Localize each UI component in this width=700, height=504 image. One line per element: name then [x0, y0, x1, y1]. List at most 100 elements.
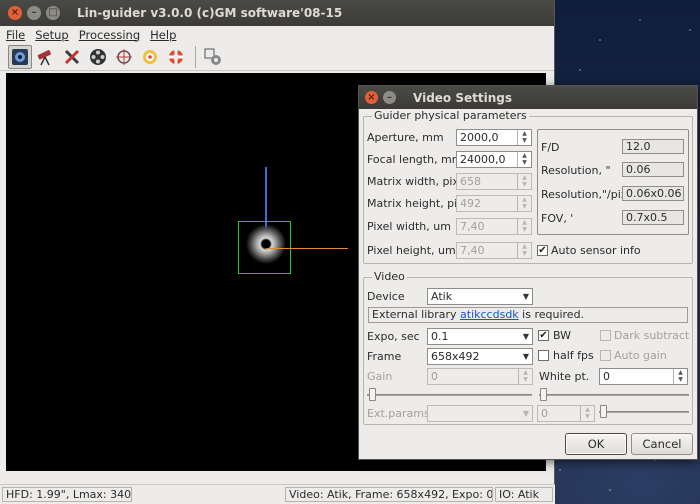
gain-slider-handle[interactable]	[369, 388, 376, 401]
spin-arrows-icon: ▲ ▼	[580, 406, 594, 421]
focal-length-spinbox[interactable]: 24000,0 ▲ ▼	[456, 151, 532, 168]
resolution-pix-value: 0.06x0.06	[622, 186, 684, 201]
dialog-close-button[interactable]: ×	[365, 91, 378, 104]
matrix-width-spinbox: 658 ▲ ▼	[456, 173, 532, 190]
spin-arrows-icon: ▲ ▼	[517, 174, 531, 189]
bw-checkbox[interactable]: ✔	[538, 330, 549, 341]
status-bar: HFD: 1.99", Lmax: 34084 Video: Atik, Fra…	[0, 484, 555, 504]
external-library-notice: External library atikccdsdk is required.	[368, 307, 688, 323]
telescope-icon[interactable]	[34, 45, 58, 69]
spin-arrows-icon: ▲ ▼	[517, 243, 531, 258]
ok-button[interactable]: OK	[565, 433, 627, 455]
minimize-window-button[interactable]: –	[27, 6, 41, 20]
main-titlebar: × – □ Lin-guider v3.0.0 (c)GM software'0…	[0, 0, 554, 26]
spin-arrows-icon: ▲ ▼	[518, 369, 532, 384]
menu-bar: File Setup Processing Help	[0, 26, 554, 43]
resolution-value: 0.06	[622, 162, 684, 177]
spin-arrows-icon[interactable]: ▲ ▼	[517, 152, 531, 167]
menu-help[interactable]: Help	[150, 28, 176, 42]
auto-sensor-label: Auto sensor info	[551, 244, 641, 257]
chevron-down-icon: ▼	[522, 352, 529, 361]
camera-icon[interactable]	[8, 44, 32, 69]
ext-value-spinbox: 0 ▲ ▼	[537, 405, 595, 422]
ext-value: 0	[541, 407, 548, 420]
gain-label: Gain	[367, 370, 393, 383]
tools-icon[interactable]	[60, 45, 84, 69]
white-point-spinbox[interactable]: 0 ▲ ▼	[599, 368, 688, 385]
spin-arrows-icon: ▲ ▼	[517, 196, 531, 211]
chevron-down-icon: ▼	[522, 292, 529, 301]
ext-params-select: ▼	[427, 405, 533, 422]
device-value: Atik	[431, 290, 453, 303]
white-point-value: 0	[603, 370, 610, 383]
menu-file[interactable]: File	[6, 28, 25, 42]
half-fps-checkbox[interactable]	[538, 350, 549, 361]
pixel-width-label: Pixel width, um	[367, 220, 451, 233]
pixel-height-spinbox: 7,40 ▲ ▼	[456, 242, 532, 259]
video-group-title: Video	[372, 270, 407, 283]
spin-arrows-icon[interactable]: ▲ ▼	[673, 369, 687, 384]
expo-select[interactable]: 0.1 ▼	[427, 328, 533, 345]
matrix-width-label: Matrix width, pix	[367, 175, 459, 188]
aperture-spinbox[interactable]: 2000,0 ▲ ▼	[456, 129, 532, 146]
ra-axis-line	[266, 248, 348, 249]
white-point-slider-track	[539, 394, 689, 396]
ext-params-label: Ext.params	[367, 407, 430, 420]
dark-subtract-label: Dark subtract	[614, 329, 690, 342]
video-reel-icon[interactable]	[86, 45, 110, 69]
focal-length-label: Focal length, mm	[367, 153, 463, 166]
white-point-label: White pt.	[539, 370, 590, 383]
fov-value: 0.7x0.5	[622, 210, 684, 225]
matrix-height-label: Matrix height, pix	[367, 197, 464, 210]
toolbar-separator	[195, 45, 196, 68]
lifebuoy-icon[interactable]	[164, 45, 188, 69]
maximize-window-button[interactable]: □	[46, 6, 60, 20]
dark-subtract-checkbox	[600, 330, 611, 341]
close-window-button[interactable]: ×	[8, 6, 22, 20]
auto-sensor-checkbox[interactable]: ✔	[537, 245, 548, 256]
dialog-title: Video Settings	[413, 90, 512, 105]
menu-processing[interactable]: Processing	[79, 28, 140, 42]
gain-value: 0	[431, 370, 438, 383]
device-select[interactable]: Atik ▼	[427, 288, 533, 305]
auto-gain-checkbox	[600, 350, 611, 361]
status-io: IO: Atik	[495, 487, 553, 502]
ext-slider-track	[599, 411, 689, 413]
ext-slider-handle[interactable]	[600, 405, 607, 418]
spin-arrows-icon: ▲ ▼	[517, 219, 531, 234]
guide-settings-icon[interactable]	[201, 45, 225, 69]
notice-suffix: is required.	[518, 308, 585, 321]
chevron-down-icon: ▼	[522, 332, 529, 341]
fov-label: FOV, '	[541, 212, 574, 225]
frame-select[interactable]: 658x492 ▼	[427, 348, 533, 365]
matrix-width-value: 658	[460, 175, 481, 188]
resolution-label: Resolution, "	[541, 164, 611, 177]
device-label: Device	[367, 290, 405, 303]
pixel-width-value: 7,40	[460, 220, 485, 233]
white-point-slider-handle[interactable]	[540, 388, 547, 401]
aperture-value: 2000,0	[460, 131, 499, 144]
physical-group-title: Guider physical parameters	[372, 109, 529, 122]
aperture-label: Aperture, mm	[367, 131, 444, 144]
target-icon[interactable]	[138, 45, 162, 69]
atikccdsdk-link[interactable]: atikccdsdk	[460, 308, 519, 321]
calibrate-icon[interactable]	[112, 45, 136, 69]
dialog-titlebar: × – Video Settings	[359, 86, 697, 109]
gain-spinbox: 0 ▲ ▼	[427, 368, 533, 385]
dialog-minimize-button[interactable]: –	[383, 91, 396, 104]
fd-value: 12.0	[622, 139, 684, 154]
pixel-width-spinbox: 7,40 ▲ ▼	[456, 218, 532, 235]
menu-setup[interactable]: Setup	[35, 28, 68, 42]
half-fps-label: half fps	[553, 349, 594, 362]
spin-arrows-icon[interactable]: ▲ ▼	[517, 130, 531, 145]
frame-label: Frame	[367, 350, 402, 363]
resolution-pix-label: Resolution,"/pix	[541, 188, 628, 201]
matrix-height-value: 492	[460, 197, 481, 210]
gain-slider-track	[367, 394, 532, 396]
frame-value: 658x492	[431, 350, 480, 363]
notice-prefix: External library	[372, 308, 461, 321]
toolbar	[0, 43, 554, 71]
cancel-button[interactable]: Cancel	[631, 433, 693, 455]
bw-label: BW	[553, 329, 572, 342]
window-title: Lin-guider v3.0.0 (c)GM software'08-15	[77, 6, 343, 20]
